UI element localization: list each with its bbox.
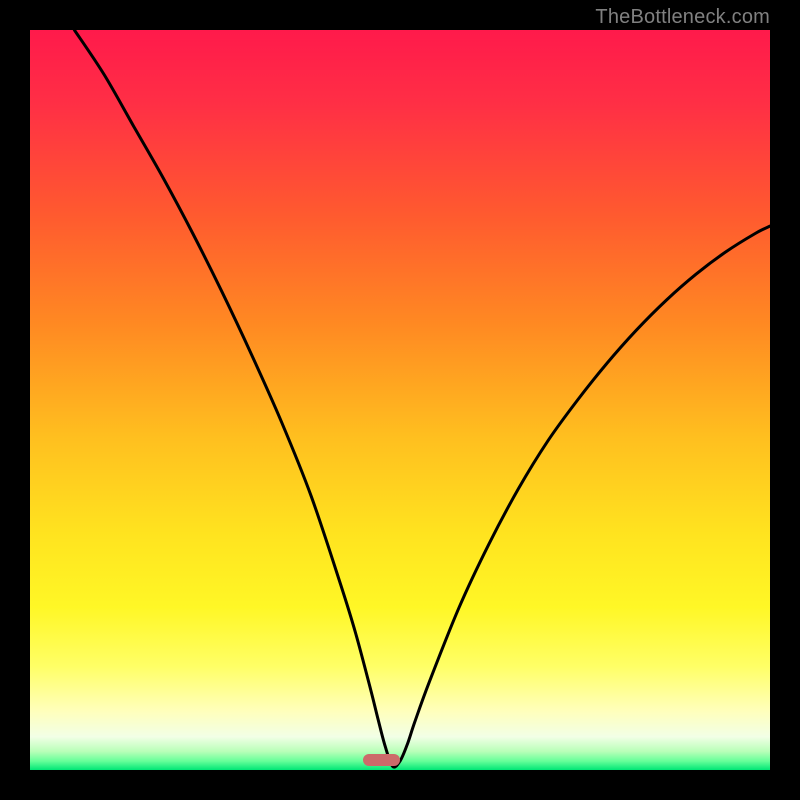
bottleneck-curve bbox=[30, 30, 770, 770]
chart-frame: TheBottleneck.com bbox=[0, 0, 800, 800]
watermark-text: TheBottleneck.com bbox=[595, 6, 770, 29]
optimum-marker bbox=[363, 754, 400, 766]
plot-area bbox=[30, 30, 770, 770]
